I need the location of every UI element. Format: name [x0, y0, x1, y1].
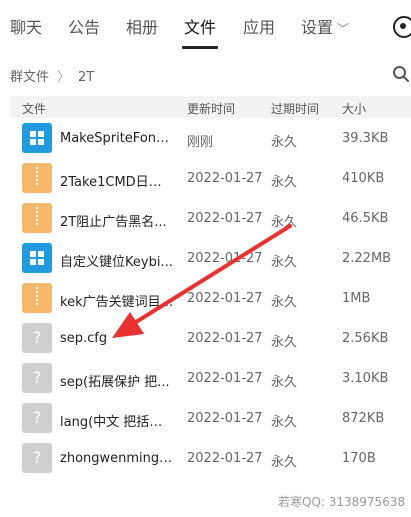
file-size: 39.3KB	[342, 131, 389, 146]
breadcrumb-root[interactable]: 群文件	[10, 70, 49, 85]
tab-settings[interactable]: 设置 ﹀	[301, 14, 349, 43]
file-updated: 刚刚	[187, 135, 214, 150]
tab-settings-label: 设置	[301, 18, 334, 37]
zip-file-icon	[22, 283, 52, 313]
file-expires: 永久	[271, 215, 298, 230]
file-updated: 2022-01-27	[187, 411, 263, 426]
file-name: 2Take1CMD日志...	[60, 175, 174, 190]
file-expires: 永久	[271, 375, 298, 390]
more-icon[interactable]	[393, 16, 411, 38]
unknown-file-icon: ?	[22, 403, 52, 433]
file-name: kek广告关键词目...	[60, 295, 173, 310]
file-row[interactable]: 2T阻止广告黑名... 2022-01-27 永久 46.5KB	[10, 199, 411, 239]
chevron-down-icon: ﹀	[337, 22, 350, 36]
file-size: 872KB	[342, 411, 385, 426]
tab-chat[interactable]: 聊天	[10, 14, 42, 42]
file-row[interactable]: kek广告关键词目... 2022-01-27 永久 1MB	[10, 279, 411, 319]
file-updated: 2022-01-27	[187, 291, 263, 306]
file-row[interactable]: MakeSpriteFont.... 刚刚 永久 39.3KB	[10, 119, 411, 159]
tab-bar: 聊天 公告 相册 文件 应用 设置 ﹀	[0, 0, 411, 56]
column-expires[interactable]: 过期时间	[271, 100, 319, 117]
breadcrumb: 群文件〉 2T	[10, 66, 94, 85]
file-name: sep(拓展保护 把...	[60, 375, 170, 390]
file-expires: 永久	[271, 135, 298, 150]
file-size: 170B	[342, 451, 376, 466]
unknown-file-icon: ?	[22, 443, 52, 473]
file-row[interactable]: 2Take1CMD日志... 2022-01-27 永久 410KB	[10, 159, 411, 199]
file-expires: 永久	[271, 255, 298, 270]
file-table-header: 文件 更新时间 过期时间 大小	[10, 96, 411, 118]
file-size: 1MB	[342, 291, 371, 306]
tab-album[interactable]: 相册	[126, 14, 158, 42]
unknown-file-icon: ?	[22, 323, 52, 353]
chevron-right-icon: 〉	[57, 70, 71, 85]
file-size: 2.56KB	[342, 331, 389, 346]
active-tab-indicator	[182, 46, 218, 49]
file-name: zhongwenming(...	[60, 451, 174, 466]
column-updated[interactable]: 更新时间	[187, 100, 235, 117]
file-name: lang(中文 把括号...	[60, 415, 174, 430]
file-row[interactable]: ? zhongwenming(... 2022-01-27 永久 170B	[10, 439, 411, 479]
windows-file-icon	[22, 123, 52, 153]
zip-file-icon	[22, 203, 52, 233]
zip-file-icon	[22, 163, 52, 193]
file-size: 2.22MB	[342, 251, 392, 266]
file-size: 3.10KB	[342, 371, 389, 386]
file-name: 自定义键位Keybi...	[60, 255, 173, 270]
file-row[interactable]: ? sep(拓展保护 把... 2022-01-27 永久 3.10KB	[10, 359, 411, 399]
tab-files[interactable]: 文件	[184, 14, 216, 42]
tab-announcements[interactable]: 公告	[68, 14, 100, 42]
unknown-file-icon: ?	[22, 363, 52, 393]
file-updated: 2022-01-27	[187, 171, 263, 186]
file-name: sep.cfg	[60, 331, 108, 346]
file-row[interactable]: 自定义键位Keybi... 2022-01-27 永久 2.22MB	[10, 239, 411, 279]
file-updated: 2022-01-27	[187, 371, 263, 386]
file-row[interactable]: ? lang(中文 把括号... 2022-01-27 永久 872KB	[10, 399, 411, 439]
file-name: 2T阻止广告黑名...	[60, 215, 167, 230]
file-expires: 永久	[271, 175, 298, 190]
column-size[interactable]: 大小	[342, 100, 366, 117]
column-name[interactable]: 文件	[22, 100, 46, 117]
watermark: 若寒QQ: 3138975638	[278, 495, 406, 509]
file-updated: 2022-01-27	[187, 331, 263, 346]
file-size: 46.5KB	[342, 211, 389, 226]
file-row[interactable]: ? sep.cfg 2022-01-27 永久 2.56KB	[10, 319, 411, 359]
search-icon[interactable]	[392, 65, 410, 83]
tab-apps[interactable]: 应用	[243, 14, 275, 42]
windows-file-icon	[22, 243, 52, 273]
file-expires: 永久	[271, 455, 298, 470]
file-expires: 永久	[271, 335, 298, 350]
file-updated: 2022-01-27	[187, 211, 263, 226]
file-size: 410KB	[342, 171, 385, 186]
file-name: MakeSpriteFont....	[60, 131, 174, 146]
breadcrumb-current: 2T	[78, 70, 95, 85]
file-updated: 2022-01-27	[187, 451, 263, 466]
file-expires: 永久	[271, 415, 298, 430]
file-expires: 永久	[271, 295, 298, 310]
file-updated: 2022-01-27	[187, 251, 263, 266]
